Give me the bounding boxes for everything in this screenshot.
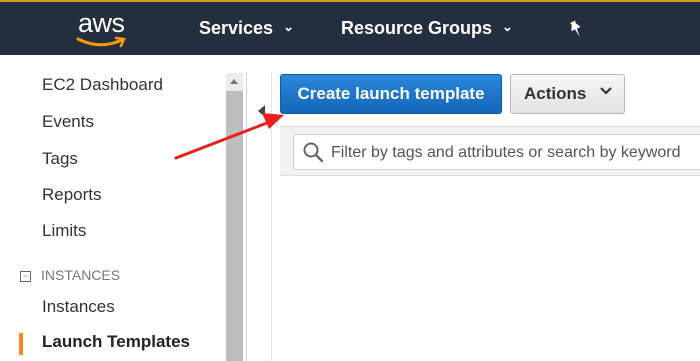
aws-logo-text: aws: [78, 8, 125, 38]
search-placeholder: Filter by tags and attributes or search …: [331, 144, 681, 161]
active-indicator: [19, 333, 23, 355]
sidebar-item-limits[interactable]: Limits: [42, 221, 86, 241]
pin-icon[interactable]: [567, 20, 585, 40]
sidebar-item-reports[interactable]: Reports: [42, 185, 102, 205]
resource-groups-menu[interactable]: Resource Groups ⌄: [341, 18, 513, 39]
sidebar: EC2 Dashboard Events Tags Reports Limits…: [0, 55, 245, 361]
sidebar-section-instances[interactable]: − INSTANCES: [20, 267, 120, 283]
scrollbar-thumb[interactable]: [226, 91, 243, 361]
search-icon: [303, 142, 324, 163]
search-input[interactable]: Filter by tags and attributes or search …: [293, 134, 700, 170]
sidebar-item-events[interactable]: Events: [42, 112, 94, 132]
services-label: Services: [199, 18, 274, 38]
sidebar-item-launch-templates[interactable]: Launch Templates: [42, 332, 190, 352]
collapse-sidebar-icon[interactable]: [258, 105, 265, 117]
sidebar-scrollbar[interactable]: [226, 73, 243, 361]
actions-button[interactable]: Actions: [510, 74, 625, 114]
sidebar-item-instances[interactable]: Instances: [42, 297, 115, 317]
actions-label: Actions: [524, 84, 587, 103]
chevron-down-icon: ⌄: [502, 19, 513, 35]
services-menu[interactable]: Services ⌄: [199, 18, 294, 39]
scroll-up-icon[interactable]: [226, 73, 243, 90]
top-navigation-bar: aws Services ⌄ Resource Groups ⌄: [0, 0, 700, 55]
chevron-down-icon: ⌄: [283, 19, 294, 35]
chevron-down-icon: [600, 87, 612, 95]
aws-logo[interactable]: aws: [74, 8, 134, 50]
sidebar-item-ec2-dashboard[interactable]: EC2 Dashboard: [42, 75, 163, 95]
sidebar-section-label: INSTANCES: [41, 267, 121, 283]
aws-smile-icon: [76, 36, 126, 48]
resource-groups-label: Resource Groups: [341, 18, 493, 38]
sidebar-item-tags[interactable]: Tags: [42, 149, 78, 169]
create-launch-template-button[interactable]: Create launch template: [280, 74, 502, 114]
collapse-icon[interactable]: −: [20, 270, 31, 282]
